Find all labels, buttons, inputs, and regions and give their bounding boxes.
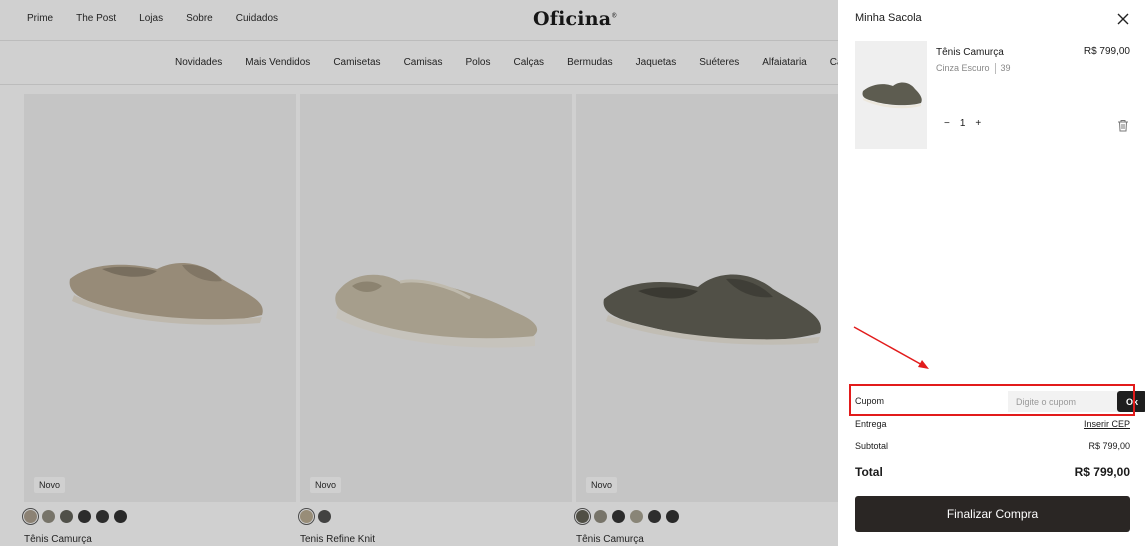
trash-icon[interactable] — [1117, 119, 1129, 132]
bag-drawer: Minha Sacola Tênis Camurça Cinza Escuro … — [838, 0, 1145, 546]
bag-item-color: Cinza Escuro — [936, 63, 990, 73]
subtotal-label: Subtotal — [855, 441, 889, 451]
total-row: Total R$ 799,00 — [855, 465, 1130, 479]
bag-item-price: R$ 799,00 — [1083, 46, 1130, 57]
quantity-stepper: − 1 + — [944, 118, 981, 129]
bag-title: Minha Sacola — [855, 12, 922, 24]
subtotal-row: Subtotal R$ 799,00 — [855, 441, 1130, 451]
shoe-thumbnail-image — [862, 82, 922, 109]
increase-quantity-button[interactable]: + — [975, 118, 981, 129]
bag-item-name[interactable]: Tênis Camurça — [936, 47, 1004, 58]
modal-overlay[interactable] — [0, 0, 838, 546]
checkout-button[interactable]: Finalizar Compra — [855, 496, 1130, 532]
total-value: R$ 799,00 — [1074, 465, 1130, 479]
total-label: Total — [855, 465, 883, 479]
decrease-quantity-button[interactable]: − — [944, 118, 950, 129]
delivery-row: Entrega Inserir CEP — [855, 419, 1130, 429]
bag-item-size: 39 — [1000, 63, 1011, 73]
close-icon[interactable] — [1116, 12, 1130, 26]
delivery-label: Entrega — [855, 419, 887, 429]
coupon-highlight-box — [849, 384, 1135, 416]
quantity-value: 1 — [959, 118, 966, 129]
insert-cep-link[interactable]: Inserir CEP — [1084, 419, 1130, 429]
variant-divider — [994, 63, 996, 74]
bag-item-thumbnail[interactable] — [855, 41, 927, 149]
subtotal-value: R$ 799,00 — [1088, 441, 1130, 451]
bag-item-variant: Cinza Escuro 39 — [936, 63, 1011, 74]
